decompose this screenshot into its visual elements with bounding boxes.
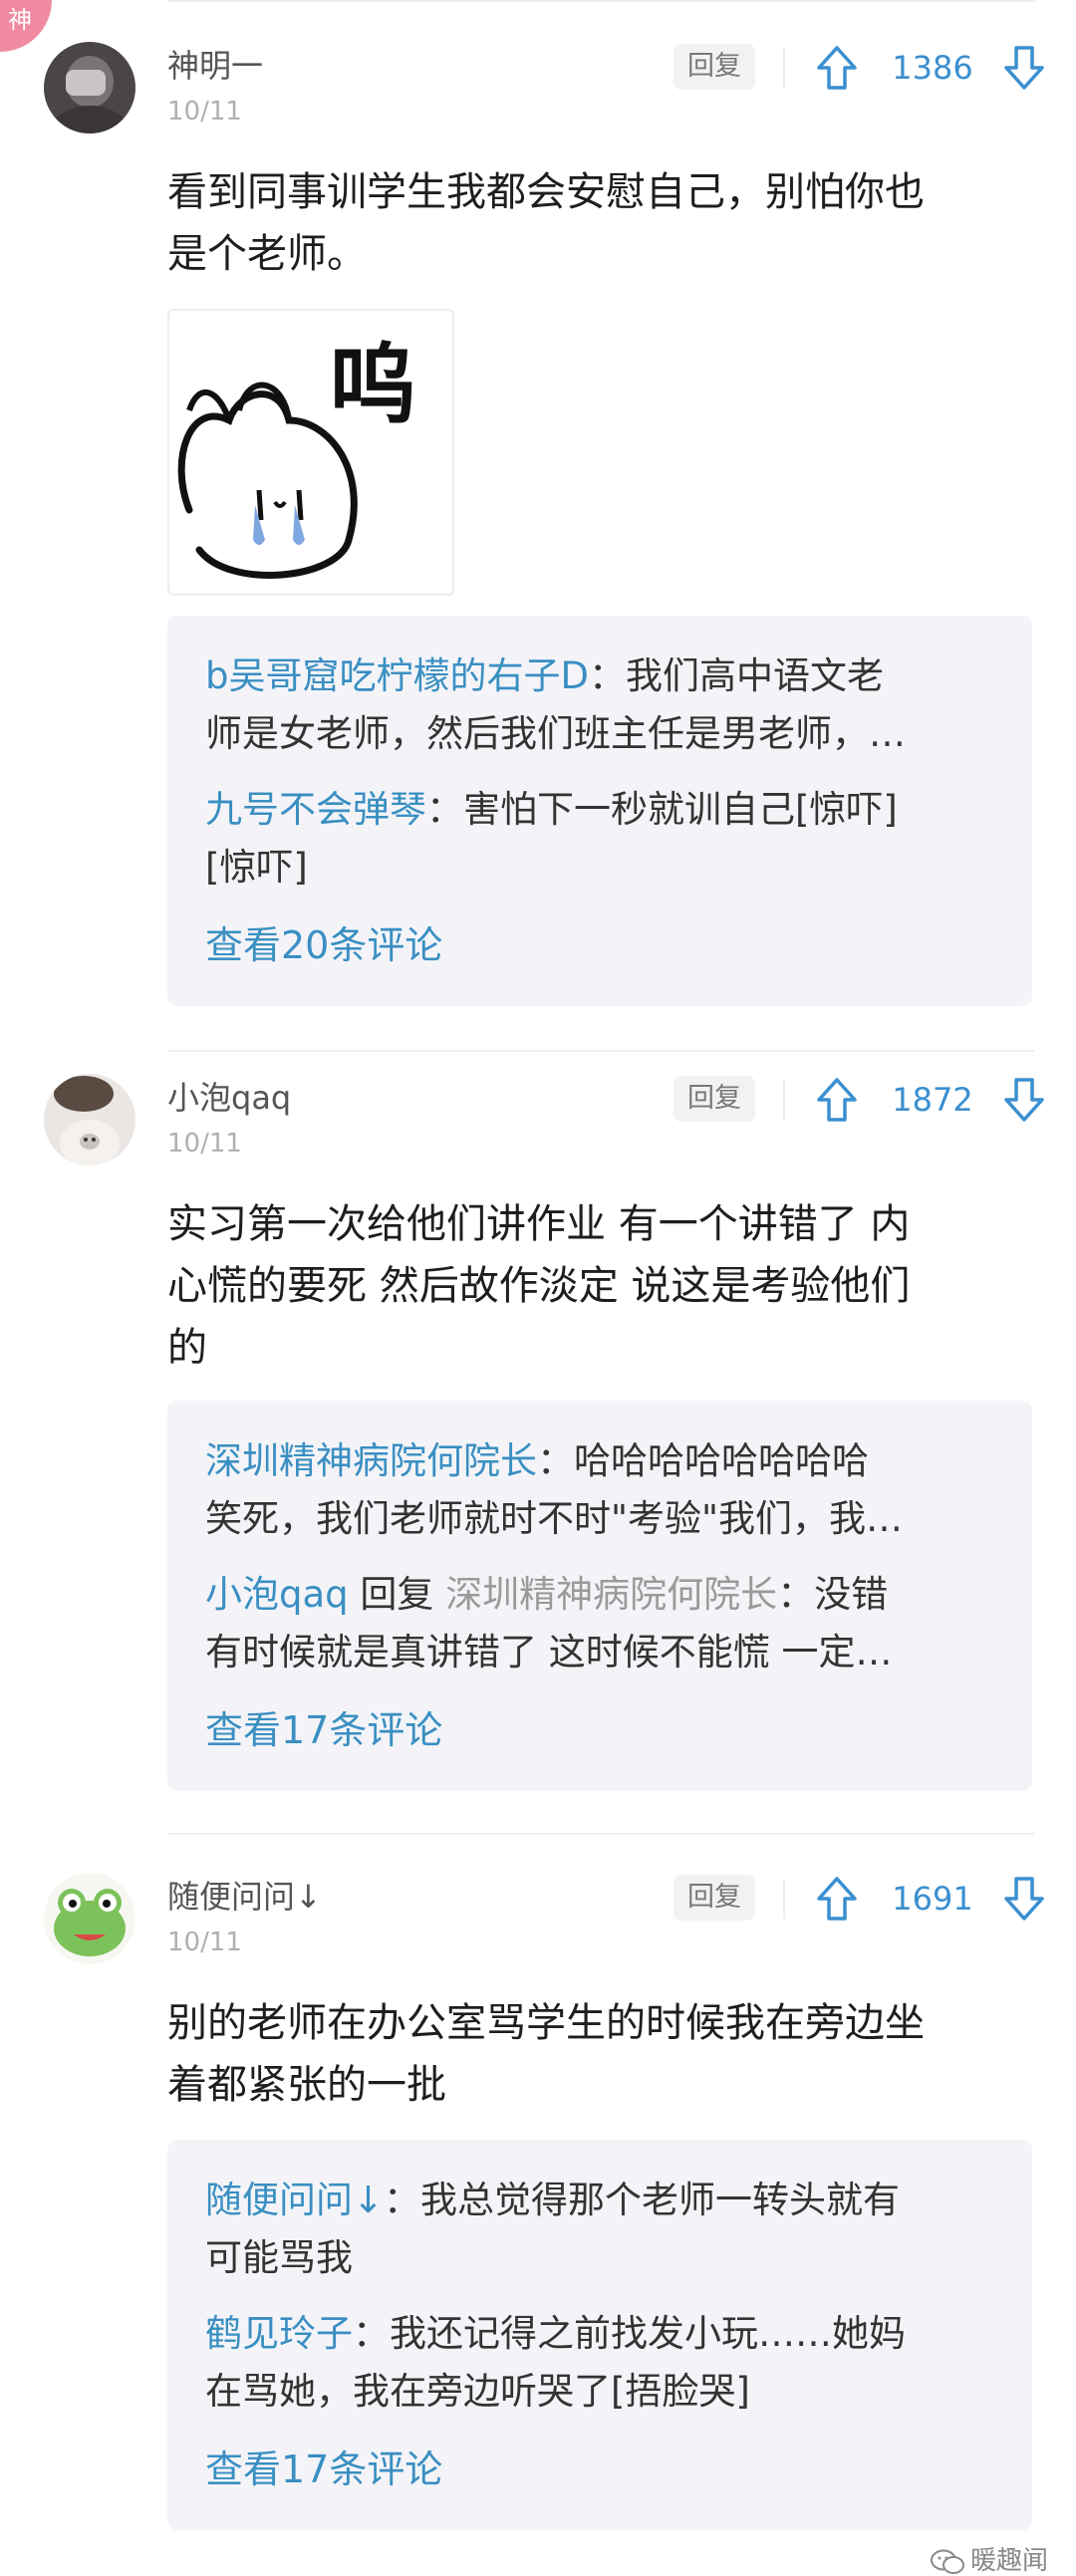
reply-text: 有时候就是真讲错了 这时候不能慌 一定… [205,1631,893,1674]
username[interactable]: 小泡qaq [167,1078,291,1118]
arrow-down-icon [1004,46,1044,90]
watermark-text: 暖趣闻 [969,2546,1048,2576]
reply-text: 我还记得之前找发小玩……她妈 [390,2312,906,2355]
reply-line: 随便问问↓：我总觉得那个老师一转头就有 [205,2172,1002,2229]
avatar[interactable] [44,42,135,133]
reply-text: 师是女老师，然后我们班主任是男老师，… [205,712,906,755]
reply-line: 在骂她，我在旁边听哭了[捂脸哭] [205,2363,1002,2421]
reply-button[interactable]: 回复 [673,1875,755,1921]
reply-line: 鹤见玲子：我还记得之前找发小玩……她妈 [205,2305,1002,2363]
sticker-image[interactable]: 呜 [167,309,454,596]
timestamp: 10/11 [167,1129,242,1159]
avatar[interactable] [44,1873,135,1964]
comment-text-line: 心慌的要死 然后故作淡定 说这是考验他们 [167,1263,911,1309]
reply-line: 笑死，我们老师就时不时"考验"我们，我… [205,1490,1002,1548]
comment-text-line: 的 [167,1325,207,1371]
separator [783,1080,785,1120]
reply-text: 我们高中语文老 [625,654,884,697]
reply-text: 笑死，我们老师就时不时"考验"我们，我… [205,1497,904,1540]
comment-text: 看到同事训学生我都会安慰自己，别怕你也 是个老师。 [167,161,1034,285]
arrow-up-icon [817,1877,857,1921]
reply-line: 有时候就是真讲错了 这时候不能慌 一定… [205,1624,1002,1681]
upvote-button[interactable] [815,44,859,92]
reply-to-label: 回复 [348,1573,446,1616]
reply-author[interactable]: 随便问问↓ [205,2179,384,2221]
view-more-replies-link[interactable]: 查看20条评论 [205,920,442,970]
reply-sep: ： [537,1439,574,1482]
reply-sep: ： [777,1573,815,1616]
comment-text: 别的老师在办公室骂学生的时候我在旁边坐 着都紧张的一批 [167,1992,1034,2116]
downvote-button[interactable] [1002,1076,1046,1124]
arrow-down-icon [1004,1078,1044,1122]
upvote-button[interactable] [815,1875,859,1923]
reply-line: 九号不会弹琴：害怕下一秒就训自己[惊吓] [205,781,1002,839]
arrow-down-icon [1004,1877,1044,1921]
username[interactable]: 神明一 [167,46,263,86]
arrow-up-icon [817,46,857,90]
avatar[interactable] [44,1074,135,1165]
vote-count: 1691 [892,1880,973,1918]
divider [167,1833,1034,1835]
reply-target[interactable]: 深圳精神病院何院长 [445,1573,777,1616]
avatar-photo-icon [44,42,135,133]
downvote-button[interactable] [1002,1875,1046,1923]
reply-sep: ： [384,2179,421,2221]
reply-author[interactable]: 小泡qaq [205,1573,349,1616]
top-divider [167,0,1036,2]
reply-button[interactable]: 回复 [673,44,755,90]
reply-text: 没错 [814,1573,889,1616]
timestamp: 10/11 [167,97,242,127]
reply-author[interactable]: 鹤见玲子 [205,2312,353,2355]
comment-text-line: 看到同事训学生我都会安慰自己，别怕你也 [167,169,925,215]
reply-text: 我总觉得那个老师一转头就有 [420,2179,901,2221]
separator [783,1879,785,1919]
watermark: 暖趣闻 [930,2546,1048,2576]
reply-text: 害怕下一秒就训自己[惊吓] [463,788,898,831]
reply-line: 师是女老师，然后我们班主任是男老师，… [205,705,1002,763]
vote-count: 1872 [892,1081,973,1119]
vote-count: 1386 [892,49,973,87]
reply-preview-box[interactable]: b吴哥窟吃柠檬的右子D：我们高中语文老 师是女老师，然后我们班主任是男老师，… … [167,616,1032,1006]
avatar-photo-icon [44,1074,135,1165]
reply-sep: ： [588,654,626,697]
frog-avatar-icon [44,1873,135,1964]
view-more-replies-link[interactable]: 查看17条评论 [205,2445,442,2494]
reply-line: 小泡qaq 回复 深圳精神病院何院长：没错 [205,1566,1002,1624]
comment-text-line: 实习第一次给他们讲作业 有一个讲错了 内 [167,1201,911,1247]
reply-author[interactable]: 九号不会弹琴 [205,788,426,831]
reply-sep: ： [426,788,463,831]
upvote-button[interactable] [815,1076,859,1124]
comment-text-line: 别的老师在办公室骂学生的时候我在旁边坐 [167,2000,925,2046]
reply-preview-box[interactable]: 深圳精神病院何院长：哈哈哈哈哈哈哈哈 笑死，我们老师就时不时"考验"我们，我… … [167,1401,1032,1791]
reply-line: 深圳精神病院何院长：哈哈哈哈哈哈哈哈 [205,1432,1002,1490]
reply-line: 可能骂我 [205,2229,1002,2287]
reply-line: b吴哥窟吃柠檬的右子D：我们高中语文老 [205,647,1002,705]
comment-text-line: 是个老师。 [167,231,367,277]
reply-preview-box[interactable]: 随便问问↓：我总觉得那个老师一转头就有 可能骂我 鹤见玲子：我还记得之前找发小玩… [167,2140,1032,2530]
reply-button[interactable]: 回复 [673,1076,755,1122]
username[interactable]: 随便问问↓ [167,1877,322,1917]
downvote-button[interactable] [1002,44,1046,92]
wechat-icon [930,2549,964,2574]
reply-text: 哈哈哈哈哈哈哈哈 [574,1439,869,1482]
divider [167,1050,1034,1052]
reply-sep: ： [353,2312,390,2355]
reply-text: 在骂她，我在旁边听哭了[捂脸哭] [205,2370,750,2413]
arrow-up-icon [817,1078,857,1122]
reply-line: [惊吓] [205,839,1002,897]
god-comment-badge: 神 [0,0,52,52]
sticker-text: 呜 [329,334,416,436]
reply-author[interactable]: b吴哥窟吃柠檬的右子D [205,654,589,697]
reply-author[interactable]: 深圳精神病院何院长 [205,1439,537,1482]
comment-text-line: 着都紧张的一批 [167,2062,446,2108]
timestamp: 10/11 [167,1928,242,1957]
comment-text: 实习第一次给他们讲作业 有一个讲错了 内 心慌的要死 然后故作淡定 说这是考验他… [167,1193,1034,1379]
view-more-replies-link[interactable]: 查看17条评论 [205,1705,442,1755]
reply-text: [惊吓] [205,846,308,889]
reply-text: 可能骂我 [205,2236,353,2279]
separator [783,48,785,88]
crying-bunny-sticker: 呜 [177,334,416,579]
